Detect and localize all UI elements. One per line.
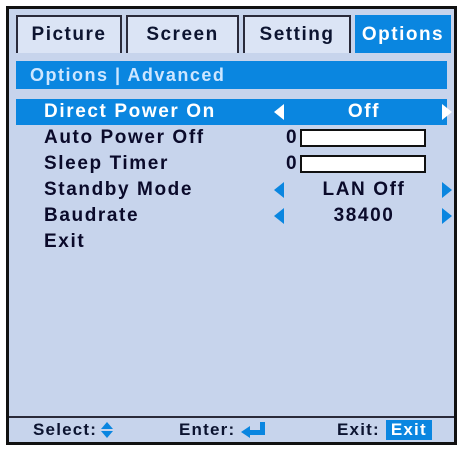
direct-power-on-value: Off (347, 101, 381, 122)
tab-screen[interactable]: Screen (126, 15, 239, 53)
enter-hint: Enter: (179, 420, 267, 440)
menu-item-label: Direct Power On (44, 101, 216, 122)
triangle-right-icon[interactable] (442, 104, 452, 120)
menu-panel: Direct Power On Off Auto Power Off 0 Sle… (16, 93, 452, 425)
auto-power-off-slider[interactable] (300, 129, 426, 147)
enter-return-icon (241, 422, 267, 438)
tab-picture[interactable]: Picture (16, 15, 122, 53)
up-down-arrows-icon (101, 422, 114, 438)
osd-menu-window: Picture Screen Setting Options Options |… (6, 6, 457, 445)
menu-item-baudrate[interactable]: Baudrate 38400 (16, 203, 452, 229)
tab-setting[interactable]: Setting (243, 15, 351, 53)
enter-hint-label: Enter: (179, 420, 236, 439)
exit-hint: Exit: Exit (337, 420, 432, 440)
menu-item-auto-power-off[interactable]: Auto Power Off 0 (16, 125, 447, 151)
select-hint-label: Select: (33, 420, 98, 439)
menu-item-exit[interactable]: Exit (16, 229, 447, 255)
sleep-timer-value: 0 (286, 153, 297, 174)
menu-item-label: Auto Power Off (44, 127, 205, 148)
exit-key-badge[interactable]: Exit (385, 420, 432, 440)
menu-item-label: Standby Mode (44, 179, 194, 200)
menu-item-standby-mode[interactable]: Standby Mode LAN Off (16, 177, 452, 203)
breadcrumb: Options | Advanced (16, 61, 447, 89)
triangle-left-icon[interactable] (274, 104, 284, 120)
triangle-right-icon[interactable] (442, 208, 452, 224)
triangle-left-icon[interactable] (274, 182, 284, 198)
menu-item-label: Sleep Timer (44, 153, 169, 174)
menu-item-direct-power-on[interactable]: Direct Power On Off (16, 99, 452, 125)
tab-options[interactable]: Options (355, 15, 451, 53)
menu-item-label: Baudrate (44, 205, 140, 226)
standby-mode-value: LAN Off (322, 179, 406, 200)
menu-item-label: Exit (44, 231, 86, 252)
triangle-left-icon[interactable] (274, 208, 284, 224)
footer-hint-bar: Select: Enter: Exit: Exit (9, 416, 454, 442)
baudrate-value: 38400 (333, 205, 395, 226)
auto-power-off-value: 0 (286, 127, 297, 148)
tab-bar: Picture Screen Setting Options (9, 9, 454, 53)
exit-hint-label: Exit: (337, 420, 380, 439)
select-hint: Select: (33, 420, 114, 440)
sleep-timer-slider[interactable] (300, 155, 426, 173)
triangle-right-icon[interactable] (442, 182, 452, 198)
menu-item-sleep-timer[interactable]: Sleep Timer 0 (16, 151, 447, 177)
